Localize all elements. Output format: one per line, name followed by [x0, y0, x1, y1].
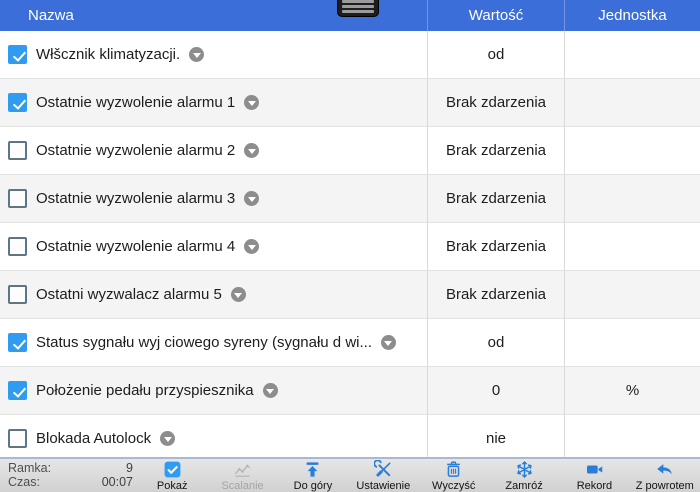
- table-row[interactable]: Włšcznik klimatyzacji. od: [0, 31, 700, 79]
- row-unit: [565, 127, 700, 174]
- row-value: Brak zdarzenia: [427, 79, 565, 126]
- table-row[interactable]: Ostatnie wyzwolenie alarmu 3 Brak zdarze…: [0, 175, 700, 223]
- bottom-toolbar: Ramka: 9 Czas: 00:07 Pokaż Scalanie Do g…: [0, 457, 700, 492]
- diagnostics-live-data-screen: Nazwa Wartość Jednostka Włšcznik klimaty…: [0, 0, 700, 492]
- row-value: Brak zdarzenia: [427, 127, 565, 174]
- name-cell: Ostatni wyzwalacz alarmu 5: [0, 271, 427, 318]
- table-body: Włšcznik klimatyzacji. od Ostatnie wyzwo…: [0, 31, 700, 457]
- name-cell: Ostatnie wyzwolenie alarmu 4: [0, 223, 427, 270]
- row-unit: [565, 319, 700, 366]
- row-checkbox[interactable]: [8, 333, 27, 352]
- freeze-button[interactable]: Zamróź: [491, 460, 557, 492]
- checked-checkbox-icon: [163, 460, 182, 479]
- status-panel: Ramka: 9 Czas: 00:07: [0, 459, 137, 492]
- dropdown-icon[interactable]: [160, 431, 175, 446]
- table-row[interactable]: Ostatnie wyzwolenie alarmu 1 Brak zdarze…: [0, 79, 700, 127]
- merge-button[interactable]: Scalanie: [210, 460, 276, 492]
- row-name: Ostatnie wyzwolenie alarmu 1: [36, 94, 235, 111]
- back-arrow-icon: [655, 460, 674, 479]
- row-checkbox[interactable]: [8, 429, 27, 448]
- row-checkbox[interactable]: [8, 189, 27, 208]
- record-button[interactable]: Rekord: [561, 460, 627, 492]
- dropdown-icon[interactable]: [244, 143, 259, 158]
- row-value: nie: [427, 415, 565, 457]
- tools-icon: [374, 460, 393, 479]
- time-counter: Czas: 00:07: [8, 475, 133, 489]
- dropdown-icon[interactable]: [381, 335, 396, 350]
- row-checkbox[interactable]: [8, 381, 27, 400]
- row-value: od: [427, 31, 565, 78]
- row-name: Ostatnie wyzwolenie alarmu 4: [36, 238, 235, 255]
- row-unit: [565, 271, 700, 318]
- row-name: Ostatni wyzwalacz alarmu 5: [36, 286, 222, 303]
- table-row[interactable]: Ostatnie wyzwolenie alarmu 2 Brak zdarze…: [0, 127, 700, 175]
- row-name: Status sygnału wyj ciowego syreny (sygna…: [36, 334, 372, 351]
- row-name: Ostatnie wyzwolenie alarmu 2: [36, 142, 235, 159]
- arrow-up-to-top-icon: [303, 460, 322, 479]
- row-name: Ostatnie wyzwolenie alarmu 3: [36, 190, 235, 207]
- dropdown-icon[interactable]: [189, 47, 204, 62]
- clear-button[interactable]: Wyczyść: [421, 460, 487, 492]
- row-unit: [565, 415, 700, 457]
- row-value: od: [427, 319, 565, 366]
- row-name: Włšcznik klimatyzacji.: [36, 46, 180, 63]
- dropdown-icon[interactable]: [244, 191, 259, 206]
- name-cell: Blokada Autolock: [0, 415, 427, 457]
- checkmark-icon: [12, 96, 25, 110]
- snowflake-icon: [515, 460, 534, 479]
- table-row[interactable]: Położenie pedału przyspiesznika 0 %: [0, 367, 700, 415]
- dropdown-icon[interactable]: [244, 239, 259, 254]
- row-checkbox[interactable]: [8, 237, 27, 256]
- name-cell: Włšcznik klimatyzacji.: [0, 31, 427, 78]
- row-unit: [565, 31, 700, 78]
- frame-label: Ramka:: [8, 461, 51, 475]
- table-row[interactable]: Ostatnie wyzwolenie alarmu 4 Brak zdarze…: [0, 223, 700, 271]
- to-top-button[interactable]: Do góry: [280, 460, 346, 492]
- dropdown-icon[interactable]: [263, 383, 278, 398]
- row-checkbox[interactable]: [8, 285, 27, 304]
- row-unit: [565, 79, 700, 126]
- line-chart-icon: [233, 460, 252, 479]
- name-cell: Ostatnie wyzwolenie alarmu 1: [0, 79, 427, 126]
- checkmark-icon: [12, 384, 25, 398]
- dropdown-icon[interactable]: [244, 95, 259, 110]
- column-header-jednostka[interactable]: Jednostka: [565, 0, 700, 31]
- row-name: Blokada Autolock: [36, 430, 151, 447]
- row-unit: [565, 175, 700, 222]
- row-checkbox[interactable]: [8, 45, 27, 64]
- row-value: Brak zdarzenia: [427, 271, 565, 318]
- row-checkbox[interactable]: [8, 141, 27, 160]
- frame-value: 9: [126, 461, 133, 475]
- name-cell: Ostatnie wyzwolenie alarmu 2: [0, 127, 427, 174]
- name-cell: Położenie pedału przyspiesznika: [0, 367, 427, 414]
- settings-button[interactable]: Ustawienie: [350, 460, 416, 492]
- column-header-wartosc[interactable]: Wartość: [427, 0, 565, 31]
- row-name: Położenie pedału przyspiesznika: [36, 382, 254, 399]
- checkmark-icon: [12, 48, 25, 62]
- row-unit: [565, 223, 700, 270]
- row-checkbox[interactable]: [8, 93, 27, 112]
- back-button[interactable]: Z powrotem: [632, 460, 698, 492]
- dropdown-icon[interactable]: [231, 287, 246, 302]
- table-row[interactable]: Ostatni wyzwalacz alarmu 5 Brak zdarzeni…: [0, 271, 700, 319]
- table-header: Nazwa Wartość Jednostka: [0, 0, 700, 31]
- table-row[interactable]: Status sygnału wyj ciowego syreny (sygna…: [0, 319, 700, 367]
- notification-shade-handle[interactable]: [337, 0, 379, 17]
- row-value: Brak zdarzenia: [427, 175, 565, 222]
- toolbar-buttons: Pokaż Scalanie Do góry Ustawienie Wyczyś…: [137, 459, 700, 492]
- show-button[interactable]: Pokaż: [139, 460, 205, 492]
- time-value: 00:07: [102, 475, 133, 489]
- row-value: Brak zdarzenia: [427, 223, 565, 270]
- name-cell: Status sygnału wyj ciowego syreny (sygna…: [0, 319, 427, 366]
- video-camera-icon: [585, 460, 604, 479]
- name-cell: Ostatnie wyzwolenie alarmu 3: [0, 175, 427, 222]
- row-value: 0: [427, 367, 565, 414]
- trash-icon: [444, 460, 463, 479]
- table-row[interactable]: Blokada Autolock nie: [0, 415, 700, 457]
- frame-counter: Ramka: 9: [8, 461, 133, 475]
- row-unit: %: [565, 367, 700, 414]
- checkmark-icon: [12, 336, 25, 350]
- time-label: Czas:: [8, 475, 40, 489]
